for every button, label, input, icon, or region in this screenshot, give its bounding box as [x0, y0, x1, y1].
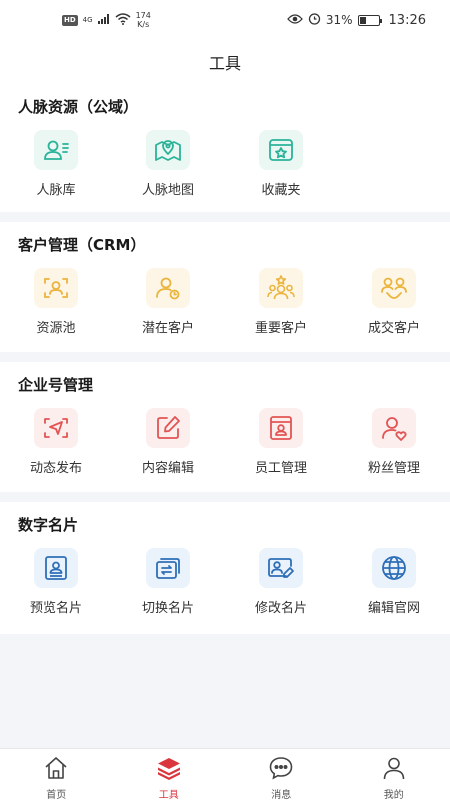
- tool-label: 潜在客户: [141, 321, 194, 336]
- tool-label: 粉丝管理: [367, 461, 420, 476]
- send-icon: [34, 408, 78, 448]
- tool-edit-website[interactable]: 编辑官网: [338, 548, 450, 622]
- section-title: 企业号管理: [18, 376, 94, 394]
- tool-contacts-library[interactable]: 人脉库: [0, 130, 112, 204]
- nav-bar: 工具: [0, 40, 450, 84]
- message-icon: [268, 755, 294, 784]
- vip-customer-icon: [259, 268, 303, 308]
- bottom-tab-bar: 首页 工具 消息 我的: [0, 748, 450, 800]
- globe-icon: [372, 548, 416, 588]
- tool-content-edit[interactable]: 内容编辑: [112, 408, 224, 482]
- tab-label: 首页: [46, 790, 67, 800]
- section-public-contacts: 人脉资源（公域） 人脉库 人脉地图 收藏夹: [0, 84, 450, 212]
- tab-mine[interactable]: 我的: [338, 749, 450, 800]
- tool-card-switch[interactable]: 切换名片: [112, 548, 224, 622]
- tool-label: 编辑官网: [367, 601, 420, 616]
- tool-post-update[interactable]: 动态发布: [0, 408, 112, 482]
- battery-fill: [359, 16, 366, 24]
- tab-label: 工具: [158, 790, 179, 800]
- section-title: 人脉资源（公域）: [18, 98, 139, 116]
- potential-customer-icon: [146, 268, 190, 308]
- tool-fans-manage[interactable]: 粉丝管理: [338, 408, 450, 482]
- section-title: 客户管理（CRM）: [18, 236, 146, 254]
- tool-grid: 动态发布 内容编辑 员工管理 粉丝管理: [0, 408, 450, 482]
- card-switch-icon: [146, 548, 190, 588]
- favorites-icon: [259, 130, 303, 170]
- tool-potential-customers[interactable]: 潜在客户: [112, 268, 224, 342]
- section-crm: 客户管理（CRM） 资源池 潜在客户 重要客户 成交客户: [0, 222, 450, 352]
- battery-icon: [357, 14, 382, 26]
- section-enterprise: 企业号管理 动态发布 内容编辑 员工管理 粉丝管理: [0, 362, 450, 492]
- section-digital-card: 数字名片 预览名片 切换名片 修改名片 编辑官网: [0, 502, 450, 634]
- tool-label: 预览名片: [29, 601, 82, 616]
- tool-resource-pool[interactable]: 资源池: [0, 268, 112, 342]
- tool-employee-manage[interactable]: 员工管理: [225, 408, 337, 482]
- tool-contacts-map[interactable]: 人脉地图: [112, 130, 224, 204]
- signal-icon: [97, 13, 110, 27]
- tool-card-edit[interactable]: 修改名片: [225, 548, 337, 622]
- home-icon: [43, 755, 69, 784]
- network-speed: 174 K/s: [136, 11, 151, 29]
- tool-vip-customers[interactable]: 重要客户: [225, 268, 337, 342]
- network-type: 4G: [82, 16, 93, 24]
- speed-unit: K/s: [137, 20, 150, 29]
- page-title: 工具: [208, 54, 241, 73]
- tool-label: 切换名片: [141, 601, 194, 616]
- tool-label: 内容编辑: [141, 461, 194, 476]
- battery-percent: 31%: [325, 13, 353, 27]
- status-bar: HD 4G 174 K/s 31% 13:26: [0, 0, 450, 40]
- tool-label: 员工管理: [254, 461, 307, 476]
- card-edit-icon: [259, 548, 303, 588]
- tool-label: 动态发布: [29, 461, 82, 476]
- tab-label: 我的: [383, 790, 404, 800]
- tool-label: 收藏夹: [261, 183, 301, 198]
- tool-grid: 人脉库 人脉地图 收藏夹: [0, 130, 450, 204]
- map-pin-icon: [146, 130, 190, 170]
- card-preview-icon: [34, 548, 78, 588]
- scan-face-icon: [34, 268, 78, 308]
- section-title: 数字名片: [18, 516, 79, 534]
- fans-icon: [372, 408, 416, 448]
- tab-tools[interactable]: 工具: [113, 749, 226, 800]
- contacts-icon: [34, 130, 78, 170]
- employee-icon: [259, 408, 303, 448]
- edit-icon: [146, 408, 190, 448]
- tool-deal-customers[interactable]: 成交客户: [338, 268, 450, 342]
- tool-label: 人脉地图: [141, 183, 194, 198]
- user-icon: [381, 755, 407, 784]
- tab-messages[interactable]: 消息: [225, 749, 338, 800]
- tab-home[interactable]: 首页: [0, 749, 113, 800]
- tab-label: 消息: [271, 790, 292, 800]
- status-right: 31% 13:26: [286, 12, 426, 28]
- tool-grid: 预览名片 切换名片 修改名片 编辑官网: [0, 548, 450, 622]
- deal-customer-icon: [372, 268, 416, 308]
- tool-card-preview[interactable]: 预览名片: [0, 548, 112, 622]
- status-left: HD 4G 174 K/s: [62, 11, 151, 29]
- wifi-icon: [115, 12, 131, 28]
- tool-favorites[interactable]: 收藏夹: [225, 130, 337, 204]
- hd-badge: HD: [62, 14, 78, 26]
- clock: 13:26: [388, 12, 426, 28]
- tool-label: 重要客户: [254, 321, 307, 336]
- tool-grid: 资源池 潜在客户 重要客户 成交客户: [0, 268, 450, 342]
- speed-value: 174: [135, 11, 151, 20]
- alarm-icon: [308, 12, 321, 28]
- tool-label: 资源池: [36, 321, 76, 336]
- tool-label: 修改名片: [254, 601, 307, 616]
- tools-layers-icon: [156, 755, 182, 784]
- tool-label: 成交客户: [367, 321, 420, 336]
- tool-label: 人脉库: [36, 183, 76, 198]
- eye-icon: [286, 13, 303, 28]
